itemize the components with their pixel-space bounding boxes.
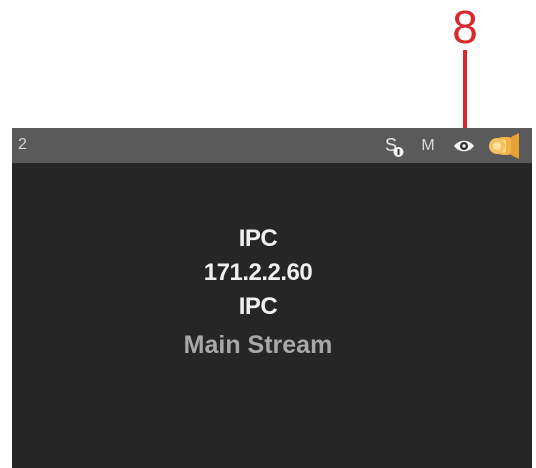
- channel-video-panel[interactable]: 2 S M IPC 171.2.2.60 IPC Main Stream: [12, 128, 532, 468]
- eye-icon: [452, 133, 476, 159]
- sound-icon: S: [384, 133, 406, 159]
- channel-number: 2: [18, 136, 27, 153]
- ip-address-label: 171.2.2.60: [203, 259, 313, 286]
- motion-icon: M: [421, 137, 435, 154]
- stream-type-label: Main Stream: [183, 331, 333, 359]
- device-type-label: IPC: [238, 225, 278, 252]
- protocol-label: IPC: [238, 293, 278, 320]
- stream-information: IPC 171.2.2.60 IPC Main Stream: [12, 222, 504, 361]
- channel-header-bar: 2 S M: [12, 128, 532, 163]
- callout-leader-line: [463, 50, 467, 138]
- callout-number: 8: [452, 1, 478, 53]
- flashlight-icon: [486, 133, 524, 159]
- annotation-callout-8: 8: [448, 4, 482, 138]
